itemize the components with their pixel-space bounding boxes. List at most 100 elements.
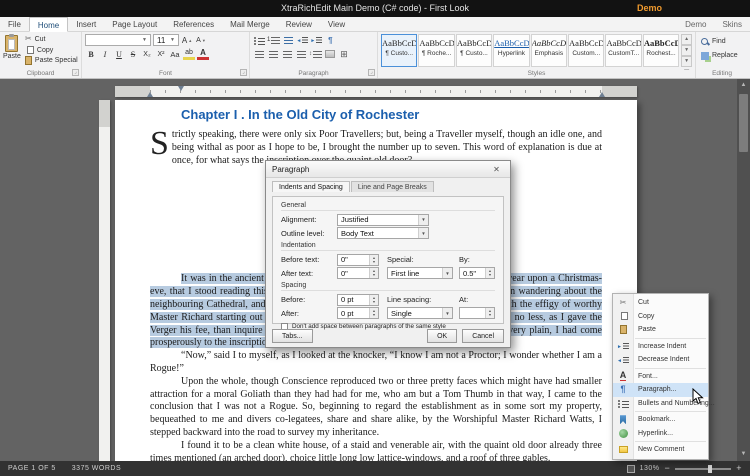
style-item[interactable]: AaBbCcDd ¶ Custo...: [381, 34, 418, 67]
alignment-dropdown[interactable]: Justified ▼: [337, 213, 429, 226]
style-item[interactable]: AaBbCcDd ¶ Custo...: [455, 34, 493, 67]
strikethrough-button[interactable]: S: [127, 48, 139, 60]
close-icon[interactable]: ✕: [489, 165, 504, 174]
spacing-after-spinner[interactable]: 0 pt ▲ ▼: [337, 307, 379, 320]
align-left-button[interactable]: [253, 48, 265, 60]
horizontal-ruler[interactable]: [115, 86, 637, 97]
gallery-more-button[interactable]: ▼ —: [681, 56, 693, 73]
decrease-indent-button[interactable]: [296, 34, 309, 46]
bold-button[interactable]: B: [85, 48, 97, 60]
style-item[interactable]: AaBbCcDd Custom...: [568, 34, 605, 67]
spinner-arrows[interactable]: ▲ ▼: [369, 268, 378, 279]
tab-demo[interactable]: Demo: [677, 17, 714, 31]
menu-item-hyperlink[interactable]: Hyperlink...: [613, 427, 708, 441]
tab-file[interactable]: File: [0, 17, 29, 31]
menu-item-new-comment[interactable]: New Comment: [613, 443, 708, 457]
subscript-button[interactable]: X₂: [141, 48, 153, 60]
page-indicator[interactable]: PAGE 1 OF 5: [8, 465, 56, 472]
tab-view[interactable]: View: [320, 17, 353, 31]
line-spacing-dropdown[interactable]: Single ▼: [387, 307, 453, 320]
vertical-scrollbar[interactable]: ▲ ▼: [737, 79, 750, 461]
tab-indents-and-spacing[interactable]: Indents and Spacing: [272, 181, 350, 192]
font-size-combo[interactable]: 11 ▼: [153, 34, 179, 46]
cut-button[interactable]: ✂ Cut: [23, 34, 80, 45]
style-item[interactable]: AaBbCcDd Rochest...: [642, 34, 680, 67]
style-item[interactable]: AaBbCcDd Emphasis: [530, 34, 568, 67]
style-item[interactable]: AaBbCcDd CustomT...: [605, 34, 642, 67]
align-center-button[interactable]: [267, 48, 279, 60]
tab-mail-merge[interactable]: Mail Merge: [222, 17, 278, 31]
menu-item-bookmark[interactable]: Bookmark...: [613, 413, 708, 427]
right-indent-marker[interactable]: [599, 92, 605, 97]
after-text-spinner[interactable]: 0" ▲ ▼: [337, 267, 379, 280]
scrollbar-thumb[interactable]: [739, 94, 748, 152]
paste-special-button[interactable]: Paste Special: [23, 55, 80, 66]
dialog-titlebar[interactable]: Paragraph ✕: [266, 161, 510, 178]
left-indent-marker[interactable]: [147, 92, 153, 97]
underline-button[interactable]: U: [113, 48, 125, 60]
zoom-out-button[interactable]: −: [664, 464, 670, 473]
demo-badge[interactable]: Demo: [637, 3, 662, 13]
font-name-combo[interactable]: ▼: [85, 34, 151, 46]
tab-line-and-page-breaks[interactable]: Line and Page Breaks: [350, 181, 434, 192]
tab-review[interactable]: Review: [278, 17, 320, 31]
copy-button[interactable]: Copy: [23, 44, 80, 56]
shading-button[interactable]: [324, 48, 336, 60]
outline-level-dropdown[interactable]: Body Text ▼: [337, 227, 429, 240]
at-spinner[interactable]: ▲ ▼: [459, 307, 495, 320]
zoom-slider[interactable]: [675, 464, 732, 473]
spinner-arrows[interactable]: ▲ ▼: [369, 294, 378, 305]
spinner-arrows[interactable]: ▲ ▼: [369, 254, 378, 265]
cancel-button[interactable]: Cancel: [462, 329, 504, 343]
zoom-slider-thumb[interactable]: [708, 464, 713, 473]
zoom-dialog-icon[interactable]: [626, 464, 635, 473]
italic-button[interactable]: I: [99, 48, 111, 60]
spinner-arrows[interactable]: ▲ ▼: [485, 268, 494, 279]
tab-home[interactable]: Home: [28, 17, 69, 32]
tab-skins[interactable]: Skins: [714, 17, 750, 31]
menu-item-increase-indent[interactable]: Increase Indent: [613, 340, 708, 354]
scroll-up-arrow[interactable]: ▲: [737, 79, 750, 92]
paste-button[interactable]: Paste: [3, 34, 21, 67]
paragraph-dialog-launcher[interactable]: ⌟: [368, 69, 375, 76]
multilevel-list-button[interactable]: [282, 34, 294, 46]
spinner-arrows[interactable]: ▲ ▼: [485, 308, 494, 319]
line-spacing-button[interactable]: ↕: [309, 48, 322, 60]
by-spinner[interactable]: 0.5" ▲ ▼: [459, 267, 495, 280]
tab-insert[interactable]: Insert: [68, 17, 104, 31]
zoom-in-button[interactable]: +: [736, 464, 742, 473]
superscript-button[interactable]: X²: [155, 48, 167, 60]
borders-button[interactable]: ⊞: [338, 48, 350, 60]
font-dialog-launcher[interactable]: ⌟: [240, 69, 247, 76]
replace-button[interactable]: Replace: [699, 50, 745, 61]
shrink-font-button[interactable]: A ▼: [195, 34, 207, 46]
before-text-spinner[interactable]: 0" ▲ ▼: [337, 253, 379, 266]
scroll-down-arrow[interactable]: ▼: [737, 448, 750, 461]
menu-item-font[interactable]: A Font...: [613, 370, 708, 384]
increase-indent-button[interactable]: [310, 34, 323, 46]
special-dropdown[interactable]: First line ▼: [387, 267, 453, 280]
menu-item-decrease-indent[interactable]: Decrease Indent: [613, 353, 708, 367]
highlight-color-button[interactable]: ab: [183, 48, 195, 60]
menu-item-paste[interactable]: Paste: [613, 323, 708, 337]
spinner-arrows[interactable]: ▲ ▼: [369, 308, 378, 319]
gallery-scroll-down-button[interactable]: ▼: [681, 45, 693, 56]
tab-references[interactable]: References: [165, 17, 222, 31]
show-marks-button[interactable]: ¶: [324, 34, 336, 46]
find-button[interactable]: Find: [699, 36, 745, 47]
clipboard-dialog-launcher[interactable]: ⌟: [72, 69, 79, 76]
vertical-ruler[interactable]: [99, 100, 110, 461]
menu-item-cut[interactable]: ✂ Cut: [613, 296, 708, 310]
numbering-button[interactable]: 1: [267, 34, 281, 46]
tab-page-layout[interactable]: Page Layout: [104, 17, 165, 31]
change-case-button[interactable]: Aa: [169, 48, 181, 60]
bullets-button[interactable]: [253, 34, 265, 46]
ok-button[interactable]: OK: [427, 329, 458, 343]
spacing-before-spinner[interactable]: 0 pt ▲ ▼: [337, 293, 379, 306]
align-right-button[interactable]: [281, 48, 293, 60]
style-item[interactable]: AaBbCcDd ¶ Roche...: [418, 34, 455, 67]
tabs-button[interactable]: Tabs...: [272, 329, 313, 343]
word-count[interactable]: 3375 WORDS: [72, 465, 121, 472]
first-line-indent-marker[interactable]: [178, 86, 184, 91]
menu-item-copy[interactable]: Copy: [613, 310, 708, 324]
